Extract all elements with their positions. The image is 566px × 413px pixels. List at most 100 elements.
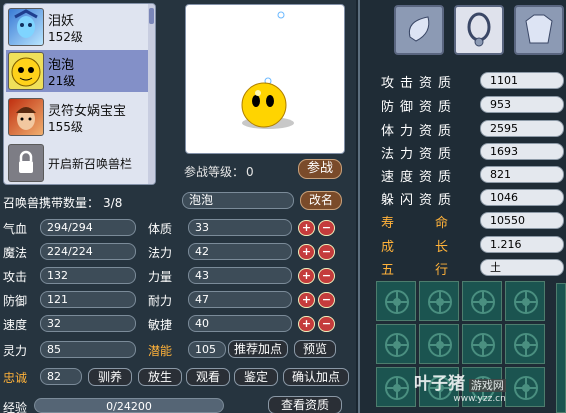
attr-label-agility: 敏捷	[148, 318, 173, 332]
pet-panel: 泪妖 152级 泡泡 21级 灵符女娲宝宝 155级 开启新召唤兽栏 参战等级：…	[0, 0, 356, 413]
skill-slot[interactable]	[376, 281, 416, 321]
view-button[interactable]: 观看	[186, 368, 230, 386]
add-point-button[interactable]: +	[298, 244, 315, 260]
attr-value-endurance: 47	[188, 291, 292, 308]
aptitude-value-growth: 1.216	[480, 236, 564, 253]
minus-point-button[interactable]: −	[318, 268, 335, 284]
skill-slot[interactable]	[462, 324, 502, 364]
attr-label-magic: 法力	[148, 246, 173, 260]
summon-avatar	[8, 8, 44, 46]
skill-slot-pattern-icon	[514, 333, 538, 357]
stat-label-attack: 攻击	[3, 270, 28, 284]
stat-label-mp: 魔法	[3, 246, 28, 260]
stat-label-spirit: 灵力	[3, 344, 28, 358]
summon-avatar	[8, 52, 44, 90]
skill-slot[interactable]	[505, 324, 545, 364]
view-aptitude-button[interactable]: 查看资质	[268, 396, 342, 413]
scroll-thumb[interactable]	[149, 8, 154, 24]
equip-slot-3[interactable]	[514, 5, 564, 55]
aptitude-value-dodge: 1046	[480, 189, 564, 206]
add-point-button[interactable]: +	[298, 268, 315, 284]
summon-level: 152级	[48, 30, 83, 44]
skill-slot[interactable]	[419, 324, 459, 364]
aptitude-panel: 攻击资质 1101 防御资质 953 体力资质 2595 法力资质 1693 速…	[358, 0, 566, 413]
release-button[interactable]: 放生	[138, 368, 182, 386]
skill-slot-pattern-icon	[385, 333, 409, 357]
aptitude-value-lifespan: 10550	[480, 212, 564, 229]
minus-point-button[interactable]: −	[318, 292, 335, 308]
minus-point-button[interactable]: −	[318, 316, 335, 332]
pet-model-image	[241, 11, 294, 129]
equip-slot-2[interactable]	[454, 5, 504, 55]
add-point-button[interactable]: +	[298, 220, 315, 236]
preview-button[interactable]: 预览	[294, 340, 336, 358]
exp-bar: 0/24200	[34, 398, 224, 413]
aptitude-label-element: 五行	[381, 263, 490, 278]
stat-value-spirit: 85	[40, 341, 136, 358]
skill-slot[interactable]	[505, 281, 545, 321]
collar-equip-icon	[467, 12, 491, 47]
aptitude-label-magic: 法力资质	[381, 147, 458, 162]
carry-label: 召唤兽携带数量： 3/8	[3, 196, 123, 210]
recommend-points-button[interactable]: 推荐加点	[228, 340, 288, 358]
watermark-brand: 叶子猪	[414, 374, 465, 394]
stat-label-hp: 气血	[3, 222, 28, 236]
summon-item-1[interactable]: 泪妖 152级	[6, 6, 152, 48]
attr-value-agility: 40	[188, 315, 292, 332]
battle-level: 参战等级： 0	[182, 163, 254, 180]
minus-point-button[interactable]: −	[318, 244, 335, 260]
aptitude-label-speed: 速度资质	[381, 170, 458, 185]
aptitude-value-speed: 821	[480, 166, 564, 183]
skill-slot-pattern-icon	[471, 333, 495, 357]
watermark: 叶子猪 游戏网 www.yzz.cn	[414, 369, 506, 404]
skill-grid-edge	[556, 283, 566, 413]
summon-list: 泪妖 152级 泡泡 21级 灵符女娲宝宝 155级 开启新召唤兽栏	[3, 3, 156, 185]
aptitude-label-lifespan: 寿命	[381, 216, 490, 231]
skill-slot[interactable]	[376, 367, 416, 407]
summon-name: 泡泡	[48, 58, 75, 73]
summon-item-2[interactable]: 泡泡 21级	[6, 50, 152, 92]
summon-item-3[interactable]: 灵符女娲宝宝 155级	[6, 96, 152, 138]
stat-label-defense: 防御	[3, 294, 28, 308]
pet-name-field[interactable]: 泡泡	[182, 192, 294, 209]
unlock-slot-label: 开启新召唤兽栏	[48, 157, 133, 171]
add-point-button[interactable]: +	[298, 292, 315, 308]
equip-slot-1[interactable]	[394, 5, 444, 55]
skill-slot-pattern-icon	[471, 290, 495, 314]
skill-slot[interactable]	[376, 324, 416, 364]
skill-slot-pattern-icon	[428, 290, 452, 314]
stat-value-mp: 224/224	[40, 243, 136, 260]
pet-preview	[185, 4, 345, 154]
aptitude-label-dodge: 躲闪资质	[381, 193, 458, 208]
watermark-url: www.yzz.cn	[453, 394, 506, 404]
minus-point-button[interactable]: −	[318, 220, 335, 236]
stat-label-loyalty: 忠诚	[3, 371, 28, 385]
attr-label-strength: 力量	[148, 270, 173, 284]
summon-avatar	[8, 98, 44, 136]
add-point-button[interactable]: +	[298, 316, 315, 332]
battle-level-label: 参战等级：	[184, 165, 245, 179]
skill-slot[interactable]	[462, 281, 502, 321]
aptitude-label-attack: 攻击资质	[381, 76, 458, 91]
skill-slot-pattern-icon	[514, 290, 538, 314]
potential-value: 105	[188, 341, 226, 358]
aptitude-value-magic: 1693	[480, 143, 564, 160]
rename-button[interactable]: 改名	[300, 191, 342, 210]
tame-button[interactable]: 驯养	[88, 368, 132, 386]
attr-value-constitution: 33	[188, 219, 292, 236]
appraise-button[interactable]: 鉴定	[234, 368, 278, 386]
stat-value-speed: 32	[40, 315, 136, 332]
summon-list-scrollbar[interactable]	[148, 4, 155, 184]
skill-slot[interactable]	[505, 367, 545, 407]
attr-value-strength: 43	[188, 267, 292, 284]
skill-slot-pattern-icon	[428, 333, 452, 357]
unlock-slot[interactable]: 开启新召唤兽栏	[6, 142, 152, 184]
feather-equip-icon	[408, 16, 430, 42]
skill-slot-pattern-icon	[385, 290, 409, 314]
confirm-points-button[interactable]: 确认加点	[283, 368, 349, 386]
skill-slot[interactable]	[419, 281, 459, 321]
aptitude-label-defense: 防御资质	[381, 100, 458, 115]
attr-label-endurance: 耐力	[148, 294, 173, 308]
stat-value-hp: 294/294	[40, 219, 136, 236]
battle-button[interactable]: 参战	[298, 159, 342, 179]
